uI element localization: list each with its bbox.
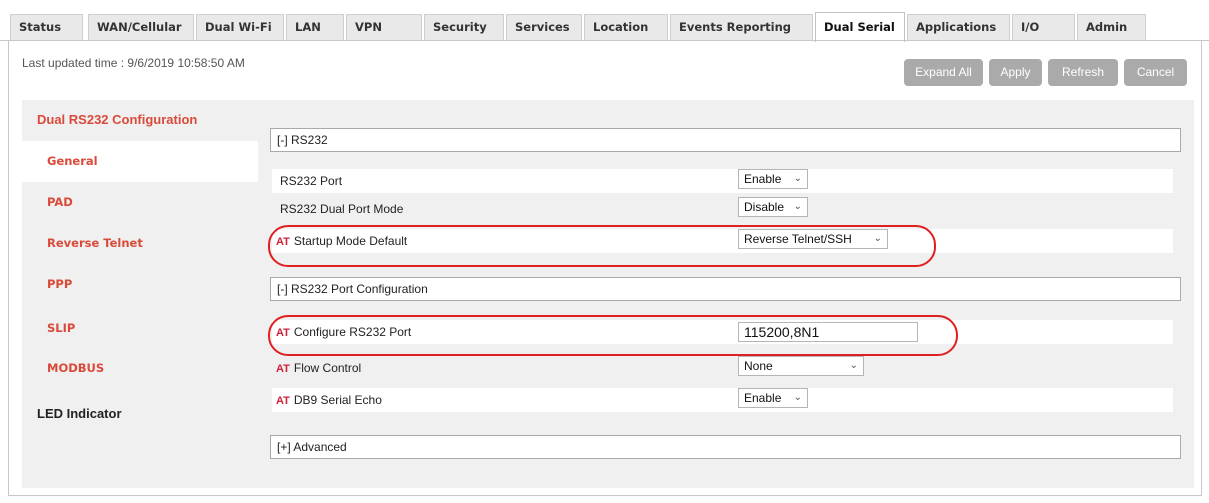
tab-admin[interactable]: Admin: [1077, 14, 1146, 41]
flow-control-select[interactable]: None ⌄: [738, 356, 864, 376]
rs232-port-row: RS232 Port Enable ⌄: [272, 169, 1173, 193]
db9-echo-select[interactable]: Enable ⌄: [738, 388, 808, 408]
flow-control-row: AT Flow Control None ⌄: [272, 356, 1173, 380]
sidebar-item-modbus[interactable]: MODBUS: [22, 348, 258, 389]
tab-events-reporting[interactable]: Events Reporting: [670, 14, 813, 41]
sidebar-item-led-indicator[interactable]: LED Indicator: [37, 406, 122, 421]
chevron-down-icon: ⌄: [793, 201, 802, 212]
chevron-down-icon: ⌄: [793, 392, 802, 403]
db9-echo-value: Enable: [744, 391, 782, 405]
chevron-down-icon: ⌄: [793, 173, 802, 184]
tab-security[interactable]: Security: [424, 14, 504, 41]
refresh-button[interactable]: Refresh: [1048, 59, 1118, 86]
sidebar-heading[interactable]: Dual RS232 Configuration: [37, 112, 197, 127]
at-marker: AT: [276, 395, 290, 407]
section-advanced-header[interactable]: [+] Advanced: [270, 435, 1181, 459]
last-updated-text: Last updated time : 9/6/2019 10:58:50 AM: [22, 56, 245, 70]
flow-control-value: None: [744, 359, 773, 373]
tab-status[interactable]: Status: [10, 14, 83, 41]
db9-echo-label-text: DB9 Serial Echo: [293, 393, 382, 407]
dual-port-mode-label: RS232 Dual Port Mode: [280, 202, 404, 216]
highlight-oval: [268, 315, 958, 356]
sidebar-item-slip[interactable]: SLIP: [22, 308, 258, 349]
tab-dual-wifi[interactable]: Dual Wi-Fi: [196, 14, 284, 41]
db9-echo-row: AT DB9 Serial Echo Enable ⌄: [272, 388, 1173, 412]
expand-all-button[interactable]: Expand All: [904, 59, 983, 86]
apply-button[interactable]: Apply: [989, 59, 1042, 86]
cancel-button[interactable]: Cancel: [1124, 59, 1187, 86]
top-tab-bar: Status WAN/Cellular Dual Wi-Fi LAN VPN S…: [0, 0, 1209, 42]
dual-port-mode-row: RS232 Dual Port Mode Disable ⌄: [272, 197, 1173, 221]
sidebar-item-pad[interactable]: PAD: [22, 182, 258, 223]
section-port-config-header[interactable]: [-] RS232 Port Configuration: [270, 277, 1181, 301]
tab-io[interactable]: I/O: [1012, 14, 1075, 41]
dual-port-mode-select[interactable]: Disable ⌄: [738, 197, 808, 217]
rs232-port-label: RS232 Port: [280, 174, 343, 188]
rs232-port-value: Enable: [744, 172, 782, 186]
rs232-port-select[interactable]: Enable ⌄: [738, 169, 808, 189]
tab-wan-cellular[interactable]: WAN/Cellular: [88, 14, 194, 41]
sidebar-item-general[interactable]: General: [22, 141, 258, 182]
tab-dual-serial[interactable]: Dual Serial: [815, 12, 905, 42]
highlight-oval: [268, 225, 936, 267]
db9-echo-label: AT DB9 Serial Echo: [276, 393, 382, 407]
chevron-down-icon: ⌄: [849, 360, 858, 371]
tab-applications[interactable]: Applications: [907, 14, 1010, 41]
tab-lan[interactable]: LAN: [286, 14, 344, 41]
sidebar-item-reverse-telnet[interactable]: Reverse Telnet: [22, 223, 258, 264]
at-marker: AT: [276, 363, 290, 375]
sidebar-item-ppp[interactable]: PPP: [22, 264, 258, 305]
flow-control-label: AT Flow Control: [276, 361, 361, 375]
flow-control-label-text: Flow Control: [293, 361, 362, 375]
tab-vpn[interactable]: VPN: [346, 14, 422, 41]
section-rs232-header[interactable]: [-] RS232: [270, 128, 1181, 152]
dual-port-mode-value: Disable: [744, 200, 785, 214]
tab-location[interactable]: Location: [584, 14, 668, 41]
tab-services[interactable]: Services: [506, 14, 582, 41]
